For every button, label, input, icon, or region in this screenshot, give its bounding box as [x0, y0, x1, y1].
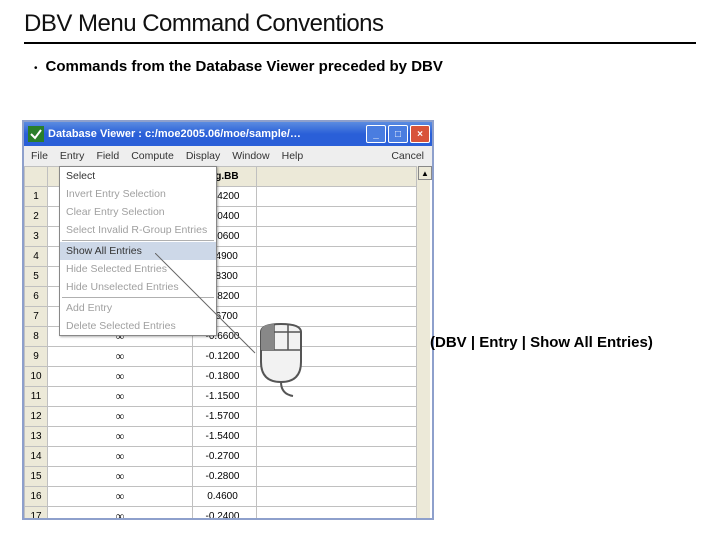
cell-val: -0.1200: [193, 347, 257, 367]
menu-help[interactable]: Help: [276, 146, 310, 166]
bullet-row: • Commands from the Database Viewer prec…: [34, 58, 696, 75]
dd-separator-2: [62, 297, 214, 298]
close-button[interactable]: ×: [410, 125, 430, 143]
row-number: 16: [25, 487, 48, 507]
table-row[interactable]: 15∞-0.2800: [25, 467, 417, 487]
bullet-text: Commands from the Database Viewer preced…: [46, 58, 443, 75]
cell-val: -1.5700: [193, 407, 257, 427]
cell-empty: [257, 407, 417, 427]
row-number: 2: [25, 207, 48, 227]
titlebar: Database Viewer : c:/moe2005.06/moe/samp…: [24, 122, 432, 146]
mouse-icon: [253, 322, 309, 398]
dd-select[interactable]: Select: [60, 167, 216, 185]
row-number: 5: [25, 267, 48, 287]
dd-show-all-entries[interactable]: Show All Entries: [60, 242, 216, 260]
cell-mol: ∞: [48, 367, 193, 387]
dd-invert-selection[interactable]: Invert Entry Selection: [60, 185, 216, 203]
menu-cancel[interactable]: Cancel: [391, 150, 432, 162]
menubar: File Entry Field Compute Display Window …: [24, 146, 432, 166]
vertical-scrollbar[interactable]: [416, 166, 430, 518]
cell-mol: ∞: [48, 487, 193, 507]
cell-val: -0.2400: [193, 507, 257, 521]
menu-field[interactable]: Field: [90, 146, 125, 166]
dd-add-entry[interactable]: Add Entry: [60, 299, 216, 317]
table-row[interactable]: 17∞-0.2400: [25, 507, 417, 521]
cell-empty: [257, 267, 417, 287]
dd-separator-1: [62, 240, 214, 241]
window-title: Database Viewer : c:/moe2005.06/moe/samp…: [48, 128, 301, 140]
cell-mol: ∞: [48, 467, 193, 487]
cell-val: -0.2800: [193, 467, 257, 487]
cell-empty: [257, 427, 417, 447]
cell-mol: ∞: [48, 447, 193, 467]
row-number: 9: [25, 347, 48, 367]
cell-empty: [257, 447, 417, 467]
row-number: 1: [25, 187, 48, 207]
table-row[interactable]: 10∞-0.1800: [25, 367, 417, 387]
bullet-dot: •: [34, 63, 38, 74]
app-icon: [28, 126, 44, 142]
table-row[interactable]: 11∞-1.1500: [25, 387, 417, 407]
table-row[interactable]: 9∞-0.1200: [25, 347, 417, 367]
menu-display[interactable]: Display: [180, 146, 226, 166]
minimize-button[interactable]: _: [366, 125, 386, 143]
title-divider: [24, 42, 696, 44]
cell-mol: ∞: [48, 347, 193, 367]
dd-hide-unselected[interactable]: Hide Unselected Entries: [60, 278, 216, 296]
row-number: 12: [25, 407, 48, 427]
cell-empty: [257, 247, 417, 267]
cell-empty: [257, 187, 417, 207]
cell-empty: [257, 207, 417, 227]
row-number: 6: [25, 287, 48, 307]
row-number: 7: [25, 307, 48, 327]
content-area: ▲ log.BB 1∞-1.42002∞-0.04003∞-1.06004∞0.…: [24, 166, 432, 518]
maximize-button[interactable]: □: [388, 125, 408, 143]
cell-empty: [257, 287, 417, 307]
menu-entry[interactable]: Entry: [54, 146, 91, 166]
app-window: Database Viewer : c:/moe2005.06/moe/samp…: [22, 120, 434, 520]
cell-empty: [257, 227, 417, 247]
page-title: DBV Menu Command Conventions: [24, 10, 696, 38]
row-number: 4: [25, 247, 48, 267]
row-number: 8: [25, 327, 48, 347]
cell-empty: [257, 467, 417, 487]
cell-val: -1.5400: [193, 427, 257, 447]
menu-window[interactable]: Window: [226, 146, 275, 166]
row-number: 13: [25, 427, 48, 447]
row-number: 15: [25, 467, 48, 487]
table-row[interactable]: 13∞-1.5400: [25, 427, 417, 447]
cell-val: -0.1800: [193, 367, 257, 387]
cell-val: 0.4600: [193, 487, 257, 507]
cell-mol: ∞: [48, 427, 193, 447]
table-row[interactable]: 16∞0.4600: [25, 487, 417, 507]
annotation-label: (DBV | Entry | Show All Entries): [430, 334, 653, 351]
menu-file[interactable]: File: [25, 146, 54, 166]
menu-compute[interactable]: Compute: [125, 146, 180, 166]
scroll-up-button[interactable]: ▲: [418, 166, 432, 180]
row-number: 3: [25, 227, 48, 247]
dd-delete-selected[interactable]: Delete Selected Entries: [60, 317, 216, 335]
row-number: 17: [25, 507, 48, 521]
dd-hide-selected[interactable]: Hide Selected Entries: [60, 260, 216, 278]
row-number: 10: [25, 367, 48, 387]
row-number: 11: [25, 387, 48, 407]
cell-empty: [257, 487, 417, 507]
header-col-3[interactable]: [257, 167, 417, 187]
row-number: 14: [25, 447, 48, 467]
cell-mol: ∞: [48, 407, 193, 427]
cell-mol: ∞: [48, 507, 193, 521]
cell-empty: [257, 507, 417, 521]
header-corner: [25, 167, 48, 187]
entry-dropdown: Select Invert Entry Selection Clear Entr…: [59, 166, 217, 336]
table-row[interactable]: 14∞-0.2700: [25, 447, 417, 467]
cell-val: -1.1500: [193, 387, 257, 407]
cell-val: -0.2700: [193, 447, 257, 467]
dd-clear-selection[interactable]: Clear Entry Selection: [60, 203, 216, 221]
dd-select-invalid[interactable]: Select Invalid R-Group Entries: [60, 221, 216, 239]
cell-mol: ∞: [48, 387, 193, 407]
table-row[interactable]: 12∞-1.5700: [25, 407, 417, 427]
